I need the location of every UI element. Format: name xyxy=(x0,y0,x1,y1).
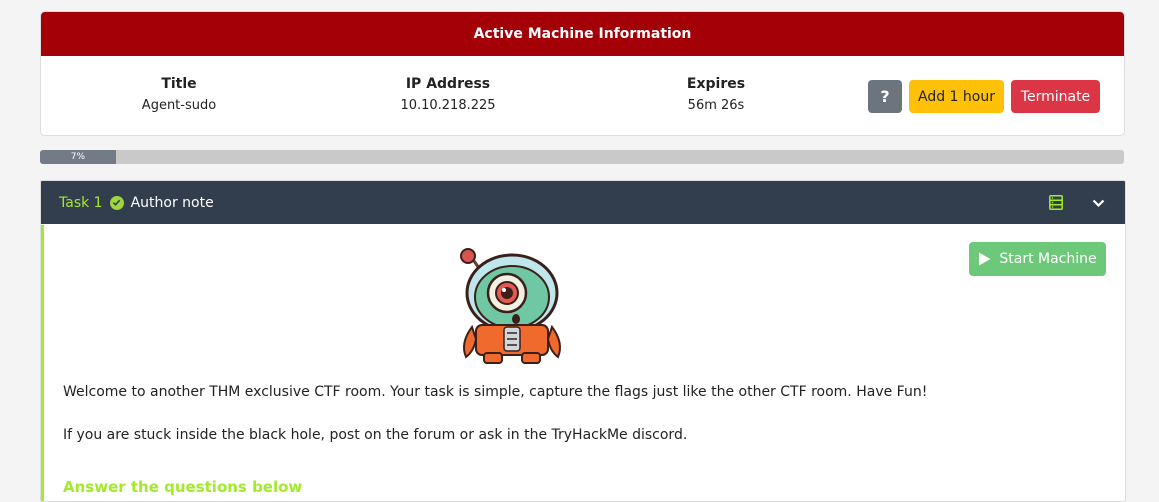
ip-column: IP Address 10.10.218.225 xyxy=(348,76,548,113)
help-button[interactable]: ? xyxy=(868,80,902,113)
title-label: Title xyxy=(161,76,197,92)
terminate-button[interactable]: Terminate xyxy=(1011,80,1100,113)
expires-label: Expires xyxy=(686,76,746,92)
task-header[interactable]: Task 1 Author note xyxy=(41,181,1125,224)
alien-mascot xyxy=(460,248,561,364)
task-paragraph-1: Welcome to another THM exclusive CTF roo… xyxy=(63,384,928,400)
expires-column: Expires 56m 26s xyxy=(616,76,816,113)
add-hour-button[interactable]: Add 1 hour xyxy=(909,80,1004,113)
task-card: Task 1 Author note Start Machine Welcome… xyxy=(40,180,1126,502)
ip-value: 10.10.218.225 xyxy=(400,98,496,113)
task-body: Start Machine Welcome to another THM exc… xyxy=(41,225,1125,501)
title-value: Agent-sudo xyxy=(141,98,217,113)
start-machine-label: Start Machine xyxy=(999,251,1097,267)
task-number: Task 1 xyxy=(59,194,103,211)
answer-heading: Answer the questions below xyxy=(63,478,303,496)
machine-header: Active Machine Information xyxy=(41,12,1124,56)
play-icon xyxy=(979,252,991,266)
title-column: Title Agent-sudo xyxy=(79,76,279,113)
task-title: Author note xyxy=(130,194,214,211)
start-machine-button[interactable]: Start Machine xyxy=(969,242,1106,276)
expires-value: 56m 26s xyxy=(687,98,745,113)
active-machine-card: Active Machine Information Title Agent-s… xyxy=(40,11,1125,136)
server-icon[interactable] xyxy=(1049,195,1063,214)
ip-label: IP Address xyxy=(405,76,491,92)
progress-bar: 7% xyxy=(40,150,1124,164)
progress-fill: 7% xyxy=(40,150,116,164)
task-paragraph-2: If you are stuck inside the black hole, … xyxy=(63,427,688,443)
chevron-down-icon[interactable] xyxy=(1092,196,1105,212)
check-circle-icon xyxy=(109,195,124,210)
